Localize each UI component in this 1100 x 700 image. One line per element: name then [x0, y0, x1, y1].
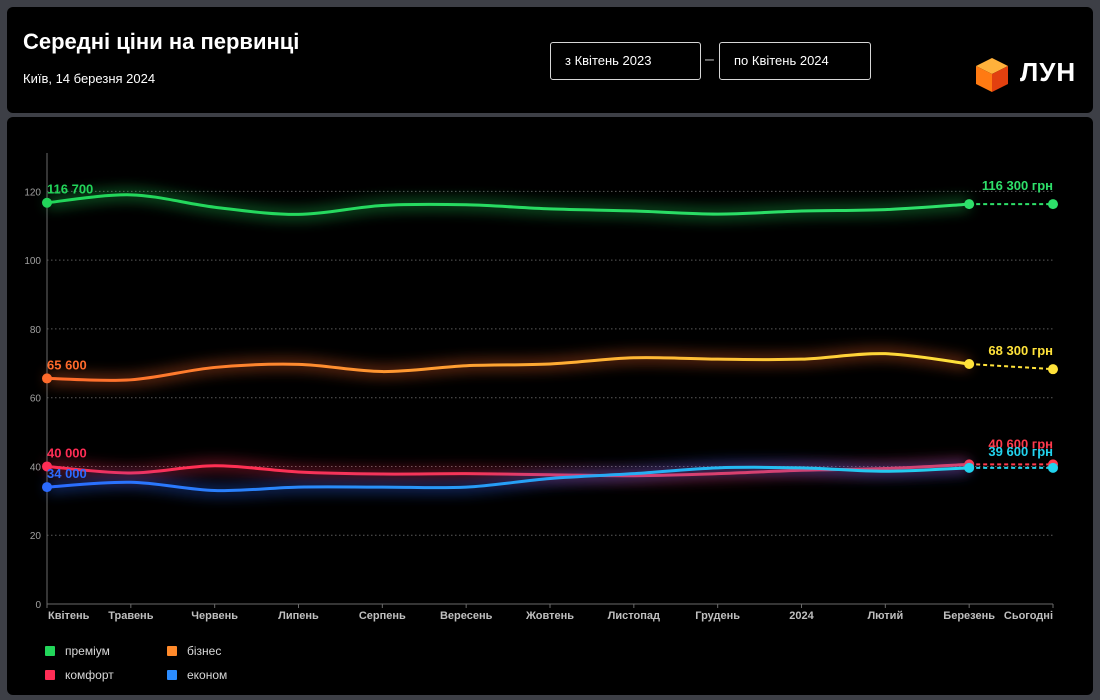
series-start-label: 116 700 [47, 182, 93, 197]
legend-label: бізнес [187, 644, 222, 658]
price-line-chart: 0 20 40 60 80 100 120 Квітень Травень Червень Липе… [24, 153, 1058, 622]
y-tick-label: 120 [24, 187, 41, 198]
series-start-label: 40 000 [47, 445, 87, 460]
legend-label: комфорт [65, 668, 114, 682]
series-last-point[interactable] [964, 462, 975, 473]
legend-label: економ [187, 668, 228, 682]
x-tick-label: Сьогодні [1004, 610, 1053, 622]
series-start-label: 34 000 [47, 466, 87, 481]
series-start-point[interactable] [42, 482, 52, 493]
x-tick-label: Березень [943, 610, 995, 622]
y-tick-label: 40 [30, 462, 42, 473]
x-tick-label: Лютий [867, 610, 903, 622]
logo-text: ЛУН [1020, 57, 1077, 87]
x-tick-label: Грудень [695, 610, 740, 622]
x-tick-label: 2024 [789, 610, 814, 622]
x-tick-label: Липень [278, 610, 319, 622]
series-end-label: 116 300 грн [982, 178, 1053, 193]
x-tick-label: Травень [108, 610, 154, 622]
x-tick-label: Вересень [440, 610, 493, 622]
legend-swatch [45, 646, 55, 656]
series-бізнес: 65 600 68 300 грн [42, 343, 1058, 386]
series-start-point[interactable] [42, 373, 52, 384]
y-tick-label: 80 [30, 325, 42, 336]
date-to-selector[interactable]: по Квітень 2024 [719, 42, 871, 80]
page-title: Середні ціни на первинці [23, 29, 300, 54]
y-tick-label: 0 [35, 600, 41, 611]
x-tick-label: Серпень [359, 610, 406, 622]
x-tick-label: Жовтень [525, 610, 574, 622]
series-end-label: 39 600 грн [988, 444, 1053, 459]
series-today-point[interactable] [1048, 462, 1058, 473]
y-tick-label: 60 [30, 394, 42, 405]
x-tick-label: Квітень [48, 610, 90, 622]
legend-label: преміум [65, 644, 110, 658]
grid: 0 20 40 60 80 100 120 Квітень Травень Червень Липе… [24, 153, 1054, 622]
chart-legend: преміум бізнес комфорт економ [45, 643, 325, 691]
chart-panel: 0 20 40 60 80 100 120 Квітень Травень Червень Липе… [7, 117, 1093, 695]
header-panel: Середні ціни на первинці Київ, 14 березн… [7, 7, 1093, 113]
legend-swatch [167, 646, 177, 656]
series-last-point[interactable] [964, 358, 975, 369]
series-start-label: 65 600 [47, 357, 87, 372]
series-last-point[interactable] [964, 199, 975, 210]
series-end-label: 68 300 грн [988, 343, 1053, 358]
legend-swatch [45, 670, 55, 680]
y-tick-label: 20 [30, 531, 42, 542]
series-projection [969, 362, 1054, 371]
y-tick-label: 100 [24, 256, 41, 267]
x-tick-label: Червень [191, 610, 238, 622]
series-преміум: 116 700 116 300 грн [42, 178, 1058, 220]
date-separator: – [705, 51, 714, 68]
lun-logo[interactable]: ЛУН [972, 55, 1082, 105]
page-subtitle: Київ, 14 березня 2024 [23, 71, 156, 86]
x-tick-label: Листопад [608, 610, 660, 622]
series-start-point[interactable] [42, 197, 52, 208]
legend-swatch [167, 670, 177, 680]
series-today-point[interactable] [1048, 199, 1058, 210]
date-from-selector[interactable]: з Квітень 2023 [550, 42, 701, 80]
cube-logo-icon [976, 58, 1008, 92]
series-today-point[interactable] [1048, 364, 1058, 375]
